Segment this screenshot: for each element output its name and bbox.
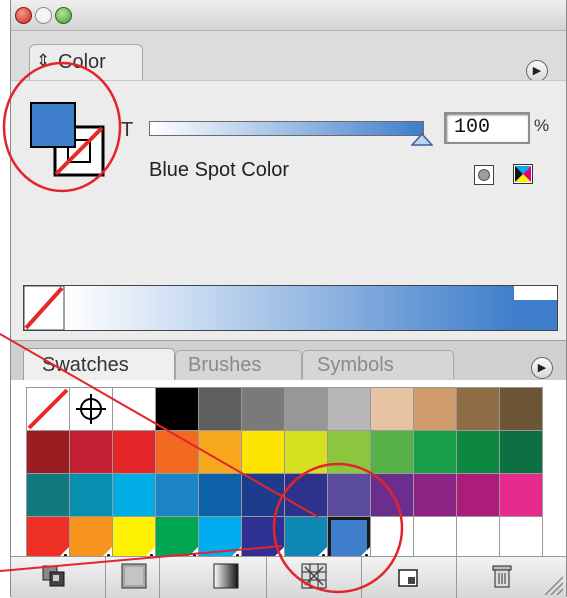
- annotation-circle-spot-swatch: [272, 462, 404, 594]
- annotation-leader-line-1: [0, 333, 319, 518]
- annotation-circle-proxy: [2, 61, 122, 193]
- annotation-leader-line-2: [0, 545, 283, 572]
- annotation-overlay: [0, 61, 404, 594]
